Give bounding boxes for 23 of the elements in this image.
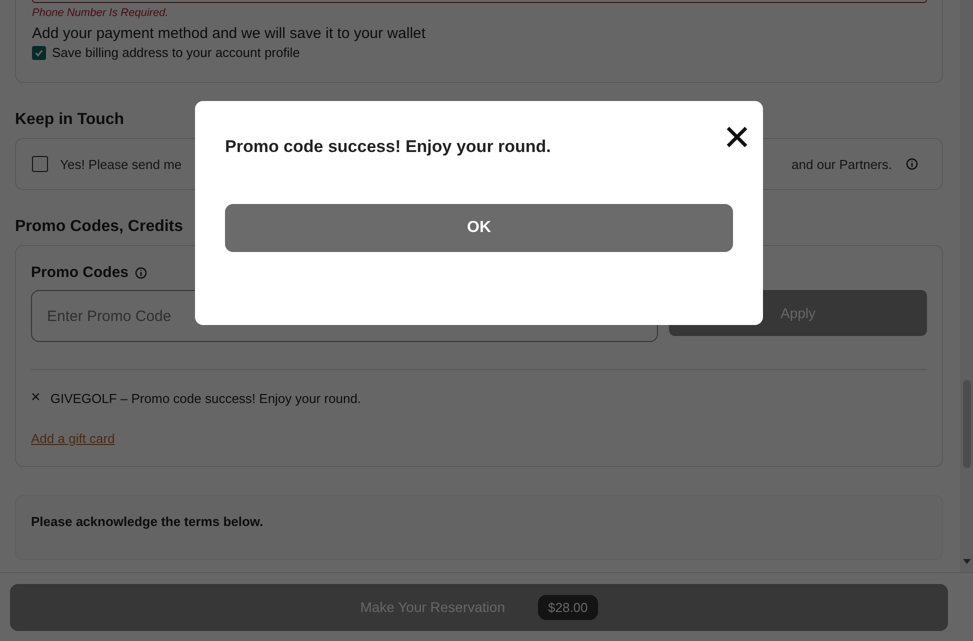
checkbox-label: Yes! Please send me bbox=[60, 156, 182, 172]
checkbox[interactable] bbox=[32, 46, 46, 60]
phone-field[interactable] bbox=[32, 0, 927, 3]
promo-message: GIVEGOLF – Promo code success! Enjoy your round. bbox=[50, 390, 362, 406]
check-icon bbox=[34, 48, 44, 58]
close-icon[interactable] bbox=[726, 126, 748, 148]
price-badge: $28.00 bbox=[538, 594, 598, 620]
terms-heading: Please acknowledge the terms below. bbox=[31, 514, 264, 529]
field-label: Promo Codes bbox=[31, 264, 129, 281]
checkbox-label: and our Partners. bbox=[792, 156, 892, 172]
section-title: Keep in Touch bbox=[15, 111, 124, 129]
modal-message: Promo code success! Enjoy your round. bbox=[225, 137, 551, 157]
info-icon[interactable] bbox=[134, 266, 147, 278]
checkbox[interactable] bbox=[32, 156, 48, 172]
error-message: Phone Number Is Required. bbox=[32, 7, 170, 19]
gift-card-link[interactable]: Add a gift card bbox=[31, 431, 115, 446]
info-icon[interactable] bbox=[906, 158, 918, 170]
ok-button[interactable]: OK bbox=[225, 204, 733, 252]
checkbox-label: Save billing address to your account profile bbox=[52, 45, 300, 60]
scrollbar[interactable] bbox=[960, 0, 973, 572]
section-title: Promo Codes, Credits bbox=[15, 218, 184, 236]
payment-note: Add your payment method and we will save it to your wallet bbox=[32, 25, 427, 42]
remove-button[interactable]: × bbox=[31, 390, 40, 406]
